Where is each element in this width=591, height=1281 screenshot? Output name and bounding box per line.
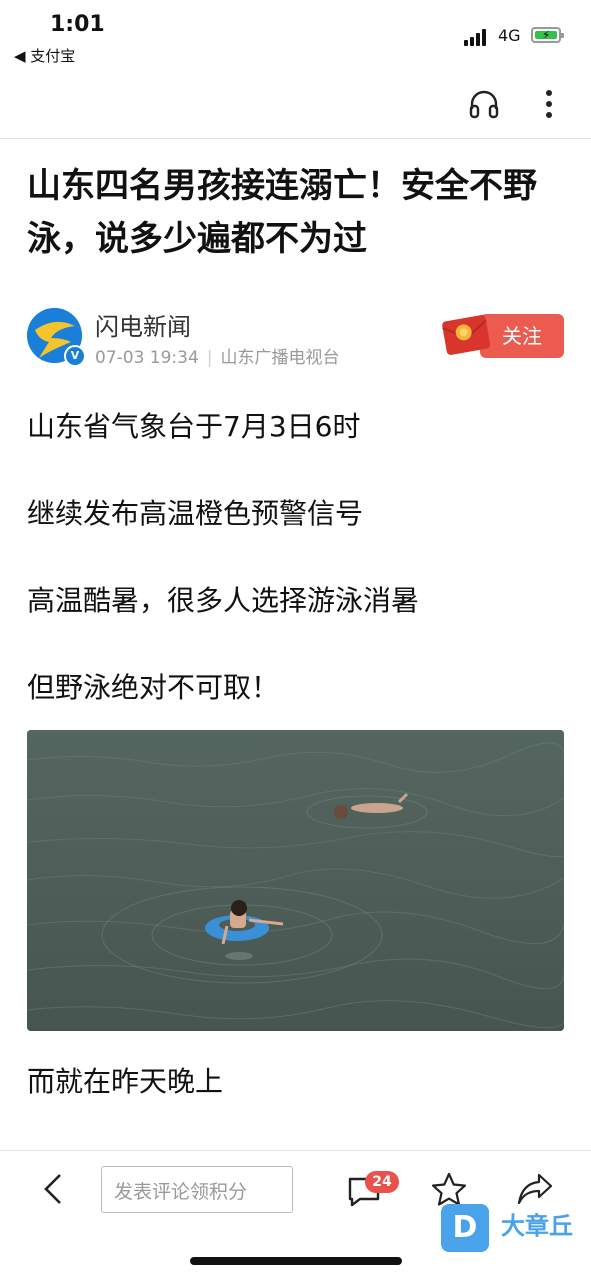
more-vertical-icon[interactable]: [529, 84, 569, 124]
comment-input[interactable]: 发表评论领积分: [101, 1166, 293, 1213]
red-envelope-icon: [442, 315, 491, 355]
back-icon[interactable]: [36, 1171, 72, 1207]
home-indicator[interactable]: [190, 1257, 402, 1265]
battery-icon: ⚡: [531, 27, 564, 43]
network-type: 4G: [498, 26, 521, 45]
paragraph-5: 而就在昨天晚上: [27, 1065, 224, 1098]
author-row: V 闪电新闻 07-03 19:34 | 山东广播电视台 关注: [27, 305, 567, 369]
status-bar: 1:01 ◀ 支付宝 4G ⚡: [0, 0, 591, 70]
paragraph-4: 但野泳绝对不可取！: [27, 671, 280, 704]
signal-icon: [464, 28, 490, 46]
watermark-logo: D: [441, 1204, 489, 1252]
article-photo[interactable]: [27, 730, 564, 1031]
watermark-text: 大章丘: [501, 1212, 573, 1240]
headphones-icon[interactable]: [464, 84, 504, 124]
publish-source: 山东广播电视台: [220, 348, 340, 368]
author-name[interactable]: 闪电新闻: [95, 307, 191, 342]
meta-divider: |: [206, 348, 213, 368]
paragraph-1: 山东省气象台于7月3日6时: [27, 410, 361, 443]
article-title: 山东四名男孩接连溺亡！安全不野泳，说多少遍都不为过: [27, 166, 537, 259]
paragraph-3: 高温酷暑，很多人选择游泳消暑: [27, 584, 420, 617]
follow-control[interactable]: 关注: [440, 314, 564, 358]
status-time: 1:01: [50, 12, 105, 37]
paragraph-2: 继续发布高温橙色预警信号: [27, 497, 364, 530]
author-meta: 07-03 19:34 | 山东广播电视台: [95, 343, 340, 368]
back-to-app-link[interactable]: ◀ 支付宝: [14, 45, 75, 66]
comment-count-badge: 24: [365, 1171, 399, 1193]
publish-date: 07-03 19:34: [95, 348, 199, 368]
watermark: D 大章丘: [441, 1204, 591, 1256]
article-toolbar: [0, 70, 591, 139]
verified-badge: V: [64, 345, 86, 367]
